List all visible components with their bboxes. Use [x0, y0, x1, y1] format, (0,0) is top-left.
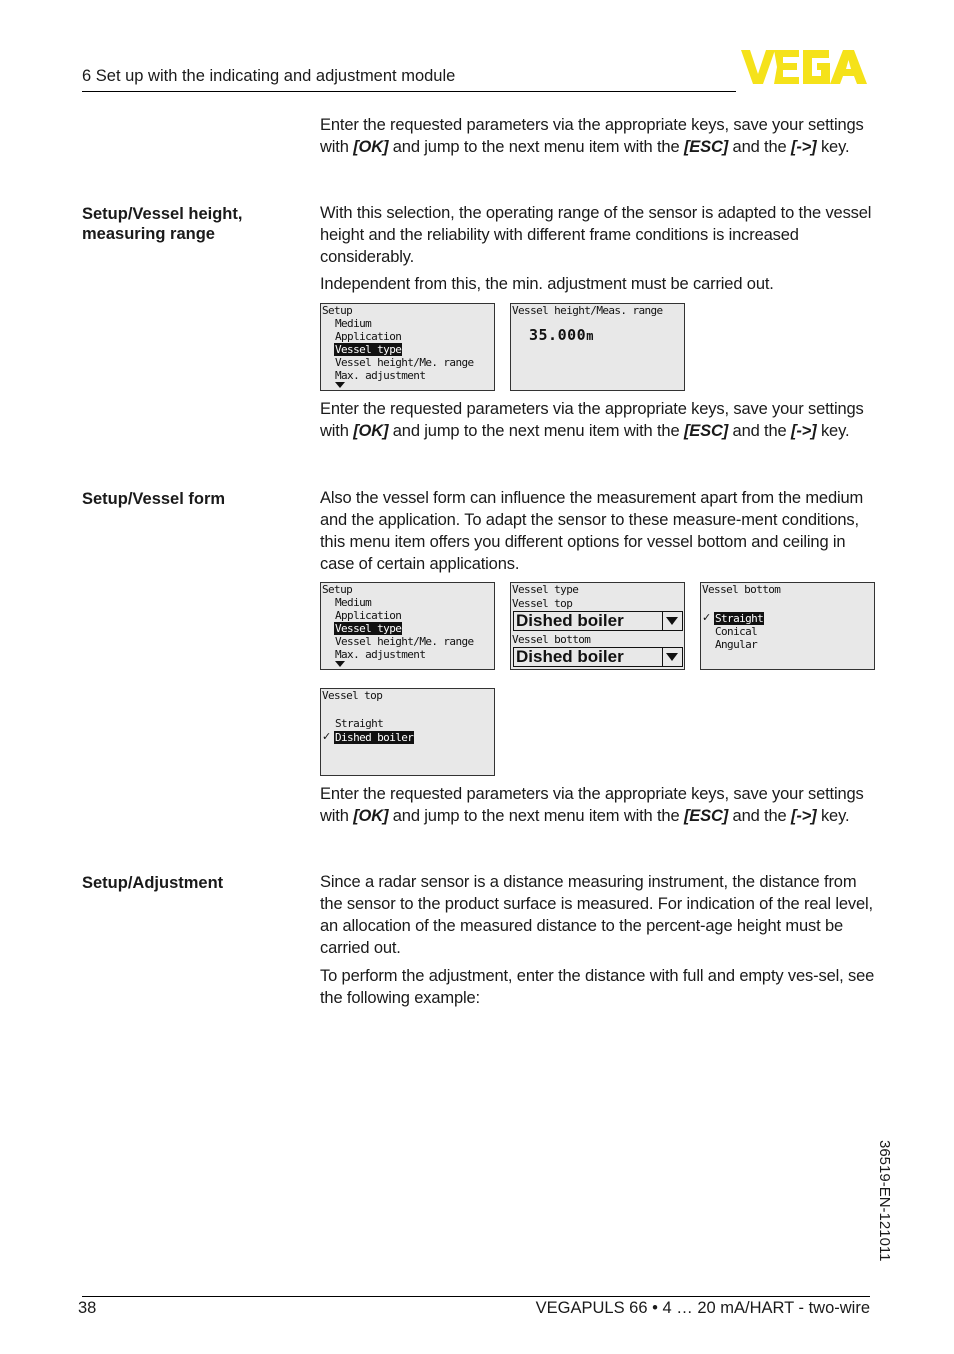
- instruction-paragraph: Enter the requested parameters via the a…: [320, 400, 864, 440]
- lcd-vessel-type: Vessel type Vessel top Dished boiler Ves…: [510, 582, 685, 670]
- dropdown-arrow-icon: [662, 612, 682, 630]
- lcd-setup-menu: Setup Medium Application Vessel type Ves…: [320, 303, 495, 391]
- vessel-height-note: Independent from this, the min. adjustme…: [320, 275, 774, 293]
- instruction-paragraph: Enter the requested parameters via the a…: [320, 116, 864, 156]
- scroll-down-icon: [335, 661, 345, 667]
- lcd-vessel-top: Vessel top Straight ✓ Dished boiler: [320, 688, 495, 776]
- adjustment-description: Since a radar sensor is a distance measu…: [320, 873, 873, 957]
- section-label-vessel-form: Setup/Vessel form: [82, 490, 226, 508]
- selected-menu-item: Vessel type: [334, 622, 403, 635]
- vessel-form-description: Also the vessel form can influence the m…: [320, 489, 864, 573]
- esc-key: [ESC]: [683, 138, 729, 156]
- selected-option: Straight: [714, 612, 765, 625]
- arrow-key: [->]: [790, 138, 817, 156]
- adjustment-instruction: To perform the adjustment, enter the dis…: [320, 967, 875, 1007]
- section-label-vessel-height: Setup/Vessel height, measuring range: [82, 205, 243, 243]
- chapter-title: 6 Set up with the indicating and adjustm…: [82, 67, 456, 85]
- instruction-paragraph: Enter the requested parameters via the a…: [320, 785, 864, 825]
- scroll-down-icon: [335, 382, 345, 388]
- vessel-bottom-dropdown: Dished boiler: [513, 647, 683, 667]
- lcd-vessel-height: Vessel height/Meas. range 35.000m: [510, 303, 685, 391]
- page-number: 38: [78, 1299, 97, 1317]
- vessel-height-description: With this selection, the operating range…: [320, 204, 872, 266]
- selected-menu-item: Vessel type: [334, 343, 403, 356]
- vessel-height-value: 35.000m: [529, 326, 594, 344]
- header-rule: [82, 91, 736, 92]
- vessel-top-dropdown: Dished boiler: [513, 611, 683, 631]
- dropdown-arrow-icon: [662, 648, 682, 666]
- product-name: VEGAPULS 66 • 4 … 20 mA/HART - two-wire: [535, 1299, 870, 1317]
- checkmark-icon: ✓: [322, 730, 332, 743]
- section-label-adjustment: Setup/Adjustment: [82, 874, 224, 892]
- footer-rule: [82, 1296, 870, 1297]
- checkmark-icon: ✓: [702, 611, 712, 624]
- document-id: 36519-EN-121011: [876, 1140, 893, 1262]
- selected-option: Dished boiler: [334, 731, 415, 744]
- lcd-setup-menu: Setup Medium Application Vessel type Ves…: [320, 582, 495, 670]
- lcd-vessel-bottom: Vessel bottom ✓ Straight Conical Angular: [700, 582, 875, 670]
- vega-logo: [741, 50, 867, 84]
- ok-key: [OK]: [353, 138, 389, 156]
